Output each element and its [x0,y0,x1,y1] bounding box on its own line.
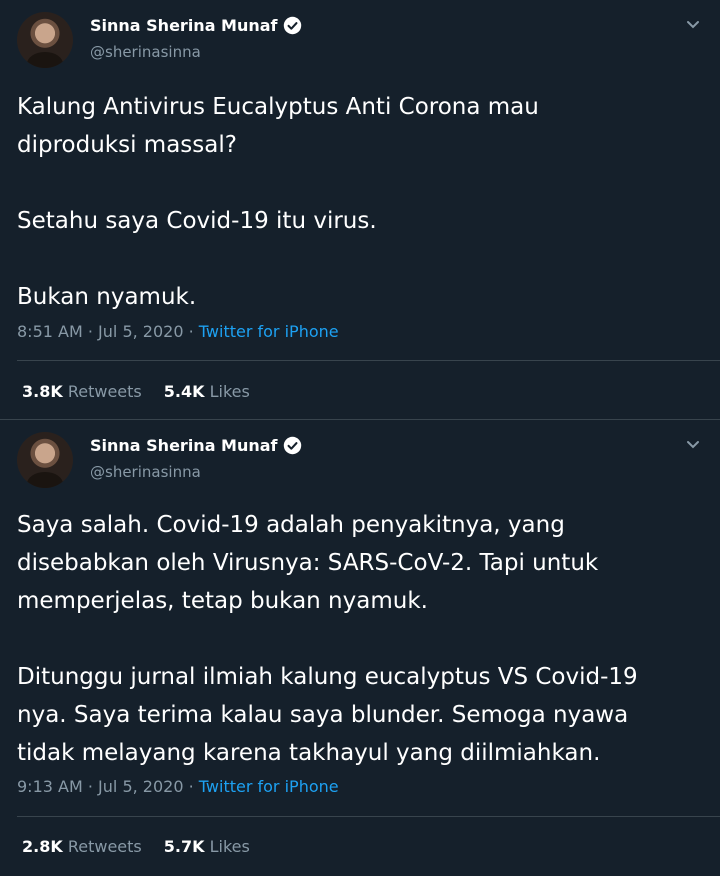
verified-badge-icon [283,436,301,455]
likes-stat[interactable]: 5.7K Likes [164,837,250,856]
chevron-down-icon[interactable] [686,440,700,450]
tweet-stats: 3.8K Retweets 5.4K Likes [22,382,250,401]
separator: · [188,777,194,796]
tweet-date[interactable]: Jul 5, 2020 [98,322,183,341]
divider [17,360,720,361]
retweets-stat[interactable]: 2.8K Retweets [22,837,142,856]
tweet-source-link[interactable]: Twitter for iPhone [199,777,339,796]
separator: · [87,322,93,341]
tweet-1: Sinna Sherina Munaf @sherinasinna Kalung… [0,0,720,420]
avatar[interactable] [17,12,73,68]
tweet-date[interactable]: Jul 5, 2020 [98,777,183,796]
tweet-time[interactable]: 8:51 AM [17,322,83,341]
tweet-source-link[interactable]: Twitter for iPhone [199,322,339,341]
author-handle[interactable]: @sherinasinna [90,43,201,61]
divider [17,816,720,817]
author-handle[interactable]: @sherinasinna [90,463,201,481]
tweet-stats: 2.8K Retweets 5.7K Likes [22,837,250,856]
tweet-time[interactable]: 9:13 AM [17,777,83,796]
chevron-down-icon[interactable] [686,20,700,30]
tweet-2: Sinna Sherina Munaf @sherinasinna Saya s… [0,420,720,876]
author-name[interactable]: Sinna Sherina Munaf [90,436,302,455]
tweet-meta: 8:51 AM · Jul 5, 2020 · Twitter for iPho… [17,322,339,341]
likes-stat[interactable]: 5.4K Likes [164,382,250,401]
verified-badge-icon [283,16,301,35]
tweet-text: Saya salah. Covid-19 adalah penyakitnya,… [17,512,638,766]
avatar[interactable] [17,432,73,488]
tweet-meta: 9:13 AM · Jul 5, 2020 · Twitter for iPho… [17,777,339,796]
author-name[interactable]: Sinna Sherina Munaf [90,16,302,35]
separator: · [87,777,93,796]
retweets-stat[interactable]: 3.8K Retweets [22,382,142,401]
tweet-text: Kalung Antivirus Eucalyptus Anti Corona … [17,94,539,310]
separator: · [188,322,194,341]
